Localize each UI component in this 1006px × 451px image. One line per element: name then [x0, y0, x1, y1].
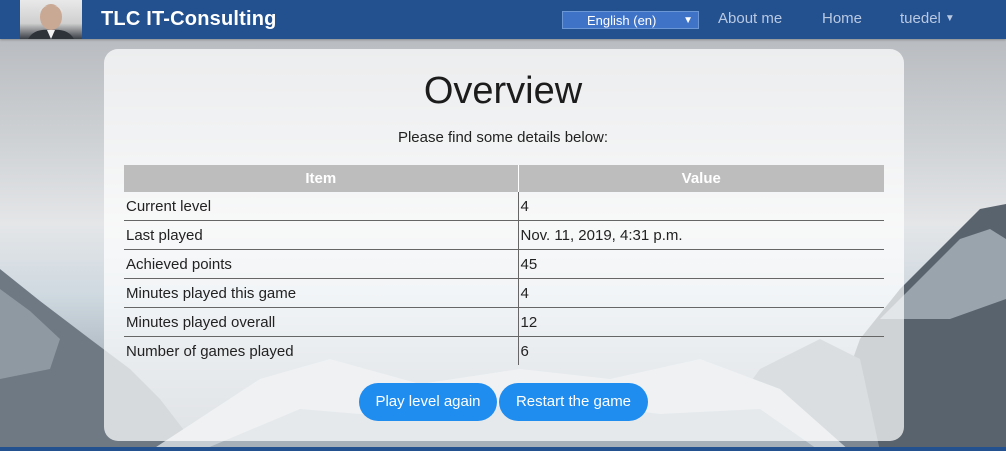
column-header-value: Value — [517, 165, 884, 192]
nav-link-home[interactable]: Home — [822, 10, 862, 27]
play-level-again-button[interactable]: Play level again — [359, 383, 497, 421]
row-label: Minutes played overall — [124, 307, 518, 337]
table-row: Last played Nov. 11, 2019, 4:31 p.m. — [124, 220, 884, 250]
row-value: 4 — [517, 192, 884, 221]
table-row: Number of games played 6 — [124, 336, 884, 365]
user-menu[interactable]: tuedel ▼ — [900, 10, 955, 27]
table-row: Minutes played this game 4 — [124, 278, 884, 308]
table-header-row: Item Value — [124, 165, 884, 192]
column-header-item: Item — [124, 165, 518, 192]
page-subtitle: Please find some details below: — [397, 129, 609, 146]
restart-game-button[interactable]: Restart the game — [499, 383, 648, 421]
table-row: Minutes played overall 12 — [124, 307, 884, 337]
row-label: Achieved points — [124, 249, 518, 279]
page-title: Overview — [423, 70, 583, 112]
row-value: 6 — [517, 336, 884, 365]
caret-down-icon: ▼ — [944, 13, 955, 24]
row-value: 4 — [517, 278, 884, 308]
row-value: 45 — [517, 249, 884, 279]
navbar: TLC IT-Consulting English (en) ▼ About m… — [0, 0, 1006, 39]
chevron-down-icon: ▼ — [683, 15, 693, 26]
row-value: Nov. 11, 2019, 4:31 p.m. — [517, 220, 884, 250]
brand-title[interactable]: TLC IT-Consulting — [101, 8, 277, 31]
table-row: Current level 4 — [124, 192, 884, 221]
footer-bar — [0, 447, 1006, 451]
row-value: 12 — [517, 307, 884, 337]
row-label: Minutes played this game — [124, 278, 518, 308]
row-label: Current level — [124, 192, 518, 221]
row-label: Number of games played — [126, 342, 294, 360]
nav-link-about[interactable]: About me — [718, 10, 782, 27]
language-select-value: English (en) — [587, 13, 657, 28]
row-label: Last played — [124, 220, 518, 250]
language-select[interactable]: English (en) ▼ — [562, 11, 699, 29]
details-table: Item Value Current level 4 Last played N… — [124, 165, 884, 365]
avatar — [20, 0, 82, 39]
user-menu-label: tuedel — [900, 10, 941, 27]
table-row: Achieved points 45 — [124, 249, 884, 279]
